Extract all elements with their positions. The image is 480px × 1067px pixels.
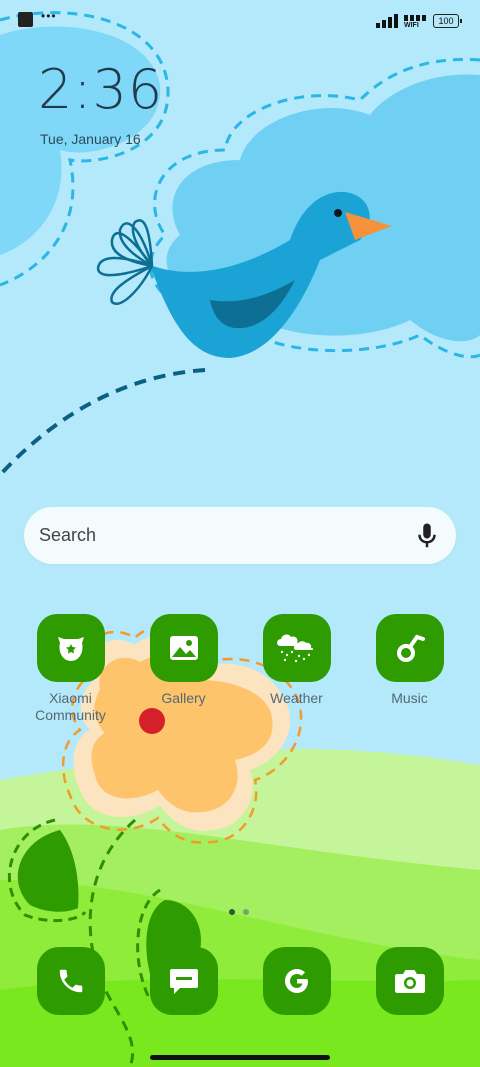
clock-date[interactable]: Tue, January 16 [40, 131, 141, 147]
app-label: Xiaomi Community [35, 690, 106, 723]
app-weather[interactable]: Weather [240, 614, 353, 707]
google-icon [262, 947, 331, 1015]
page-indicator [229, 909, 253, 917]
dock-google[interactable] [240, 947, 353, 1015]
dock-messages[interactable] [127, 947, 240, 1015]
notification-app-icon [18, 12, 33, 27]
more-notifications-indicator: ••• [41, 9, 57, 23]
wifi-signal-icon [404, 15, 426, 21]
signal-icon [376, 14, 398, 28]
app-xiaomi-community[interactable]: Xiaomi Community [14, 614, 127, 724]
page-dot [243, 909, 249, 915]
gallery-icon [149, 614, 218, 682]
app-gallery[interactable]: Gallery [127, 614, 240, 707]
app-music[interactable]: Music [353, 614, 466, 707]
weather-icon [262, 614, 331, 682]
battery-indicator: 100 [433, 14, 459, 28]
camera-icon [375, 947, 444, 1015]
message-icon [149, 947, 218, 1015]
gesture-home-bar[interactable] [150, 1055, 330, 1060]
app-label: Music [391, 690, 428, 706]
app-label: Weather [270, 690, 323, 706]
status-bar: ••• WIFI 100 [0, 0, 480, 40]
phone-icon [36, 947, 105, 1015]
page-dot-active [229, 909, 235, 915]
dock-phone[interactable] [14, 947, 127, 1015]
microphone-icon[interactable] [412, 521, 442, 551]
search-placeholder: Search [39, 525, 97, 545]
music-icon [375, 614, 444, 682]
app-label: Gallery [161, 690, 206, 706]
wifi-label: WIFI [404, 22, 419, 29]
battery-tip [460, 19, 462, 23]
dock-camera[interactable] [353, 947, 466, 1015]
clock-time[interactable]: 2:36 [38, 58, 163, 121]
search-bar[interactable]: Search [24, 507, 456, 564]
mi-community-icon [36, 614, 105, 682]
